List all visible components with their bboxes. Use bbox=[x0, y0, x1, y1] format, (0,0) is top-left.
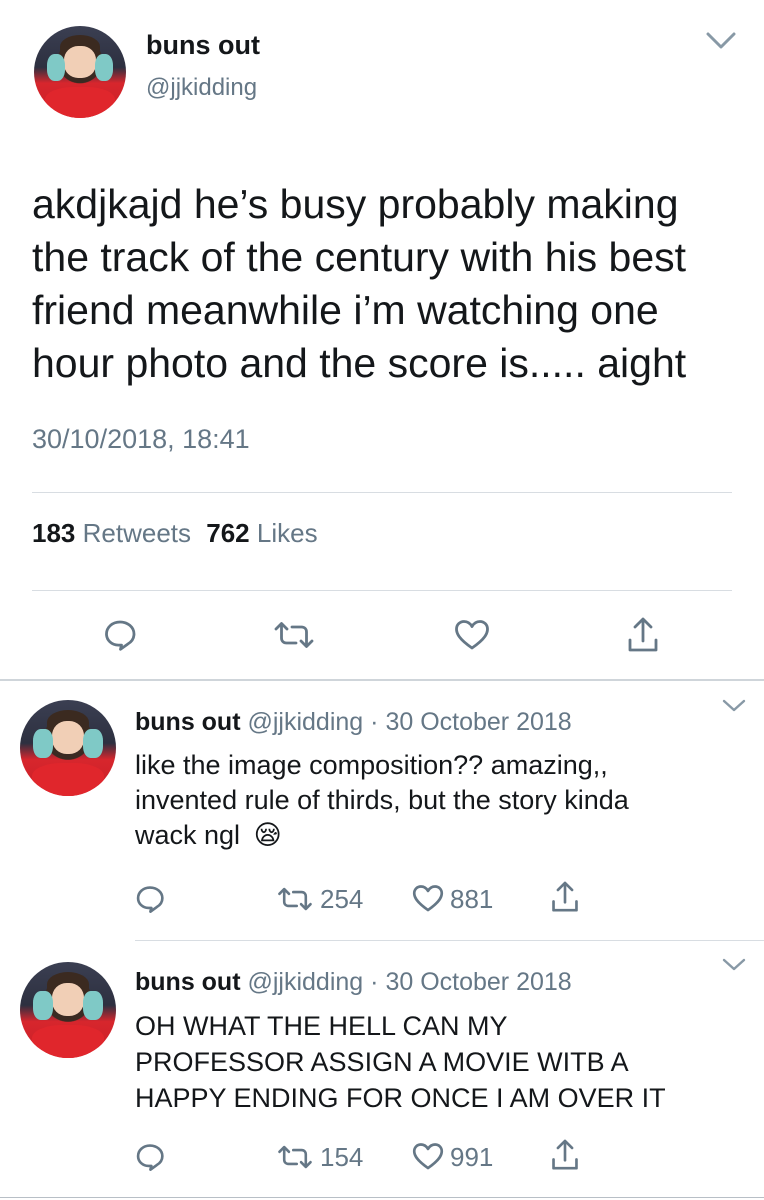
engagement-stats: 183 Retweets 762 Likes bbox=[32, 518, 318, 549]
tweet-text-line: the track of the century with his best bbox=[32, 234, 687, 280]
retweet-icon[interactable] bbox=[272, 620, 316, 650]
display-name[interactable]: buns out bbox=[146, 30, 260, 61]
reply-text: like the image composition?? amazing,, i… bbox=[135, 748, 629, 853]
avatar[interactable] bbox=[34, 26, 126, 118]
share-icon[interactable] bbox=[550, 880, 580, 914]
reply-text-line: OH WHAT THE HELL CAN MY bbox=[135, 1011, 508, 1041]
divider bbox=[135, 940, 764, 941]
retweet-icon[interactable] bbox=[276, 1144, 314, 1170]
display-name[interactable]: buns out bbox=[135, 968, 241, 996]
separator-dot: · bbox=[370, 708, 379, 736]
tweet-text-line: akdjkajd he’s busy probably making bbox=[32, 181, 679, 227]
avatar[interactable] bbox=[20, 962, 116, 1058]
chevron-down-icon[interactable] bbox=[722, 699, 746, 713]
reply-text-line: HAPPY ENDING FOR ONCE I AM OVER IT bbox=[135, 1083, 666, 1113]
like-label[interactable]: Likes bbox=[257, 518, 318, 548]
avatar-plush-left bbox=[46, 53, 66, 82]
divider bbox=[32, 492, 732, 493]
reply-text: OH WHAT THE HELL CAN MY PROFESSOR ASSIGN… bbox=[135, 1008, 666, 1116]
avatar-face bbox=[51, 721, 85, 754]
heart-icon[interactable] bbox=[412, 1142, 444, 1171]
reply-text-line-last: wack ngl 😪 bbox=[135, 818, 629, 853]
reply-text-line: invented rule of thirds, but the story k… bbox=[135, 785, 629, 815]
heart-icon[interactable] bbox=[412, 884, 444, 913]
user-handle[interactable]: @jjkidding bbox=[146, 74, 257, 102]
tweet-text-line: hour photo and the score is..... aight bbox=[32, 340, 687, 386]
avatar-shirt bbox=[45, 86, 115, 118]
avatar[interactable] bbox=[20, 700, 116, 796]
section-divider bbox=[0, 679, 764, 681]
display-name[interactable]: buns out bbox=[135, 708, 241, 736]
reply-header: buns out @jjkidding · 30 October 2018 bbox=[135, 708, 572, 737]
avatar-face bbox=[51, 983, 85, 1016]
user-handle[interactable]: @jjkidding bbox=[247, 968, 363, 996]
divider bbox=[32, 590, 732, 591]
like-count[interactable]: 991 bbox=[450, 1142, 493, 1173]
reply-date[interactable]: 30 October 2018 bbox=[385, 968, 571, 996]
chevron-down-icon[interactable] bbox=[706, 32, 736, 50]
avatar-plush-left bbox=[33, 990, 53, 1020]
retweet-label[interactable]: Retweets bbox=[83, 518, 191, 548]
retweet-count[interactable]: 183 bbox=[32, 518, 75, 548]
avatar-shirt bbox=[31, 1025, 105, 1058]
reply-text-segment: wack ngl bbox=[135, 820, 241, 850]
separator-dot: · bbox=[370, 968, 379, 996]
bottom-divider bbox=[0, 1197, 764, 1198]
like-count[interactable]: 762 bbox=[206, 518, 249, 548]
reply-date[interactable]: 30 October 2018 bbox=[385, 708, 571, 736]
avatar-plush-right bbox=[83, 728, 103, 758]
share-icon[interactable] bbox=[550, 1138, 580, 1172]
retweet-count[interactable]: 254 bbox=[320, 884, 363, 915]
reply-text-line: like the image composition?? amazing,, bbox=[135, 750, 608, 780]
like-count[interactable]: 881 bbox=[450, 884, 493, 915]
reply-icon[interactable] bbox=[103, 618, 137, 652]
tweet-text-line: friend meanwhile i’m watching one bbox=[32, 287, 659, 333]
avatar-plush-right bbox=[94, 53, 114, 82]
tweet-text: akdjkajd he’s busy probably making the t… bbox=[32, 178, 686, 390]
tweet-timestamp[interactable]: 30/10/2018, 18:41 bbox=[32, 424, 250, 455]
reply-icon[interactable] bbox=[135, 1142, 165, 1172]
avatar-plush-left bbox=[33, 728, 53, 758]
reply-text-line: PROFESSOR ASSIGN A MOVIE WITB A bbox=[135, 1047, 629, 1077]
retweet-icon[interactable] bbox=[276, 886, 314, 912]
share-icon[interactable] bbox=[626, 616, 660, 654]
user-handle[interactable]: @jjkidding bbox=[247, 708, 363, 736]
chevron-down-icon[interactable] bbox=[722, 958, 746, 972]
reply-header: buns out @jjkidding · 30 October 2018 bbox=[135, 968, 572, 997]
retweet-count[interactable]: 154 bbox=[320, 1142, 363, 1173]
heart-icon[interactable] bbox=[454, 619, 490, 651]
avatar-plush-right bbox=[83, 990, 103, 1020]
avatar-face bbox=[64, 46, 96, 78]
avatar-shirt bbox=[31, 763, 105, 796]
sleepy-face-emoji: 😪 bbox=[253, 820, 282, 850]
reply-icon[interactable] bbox=[135, 884, 165, 914]
